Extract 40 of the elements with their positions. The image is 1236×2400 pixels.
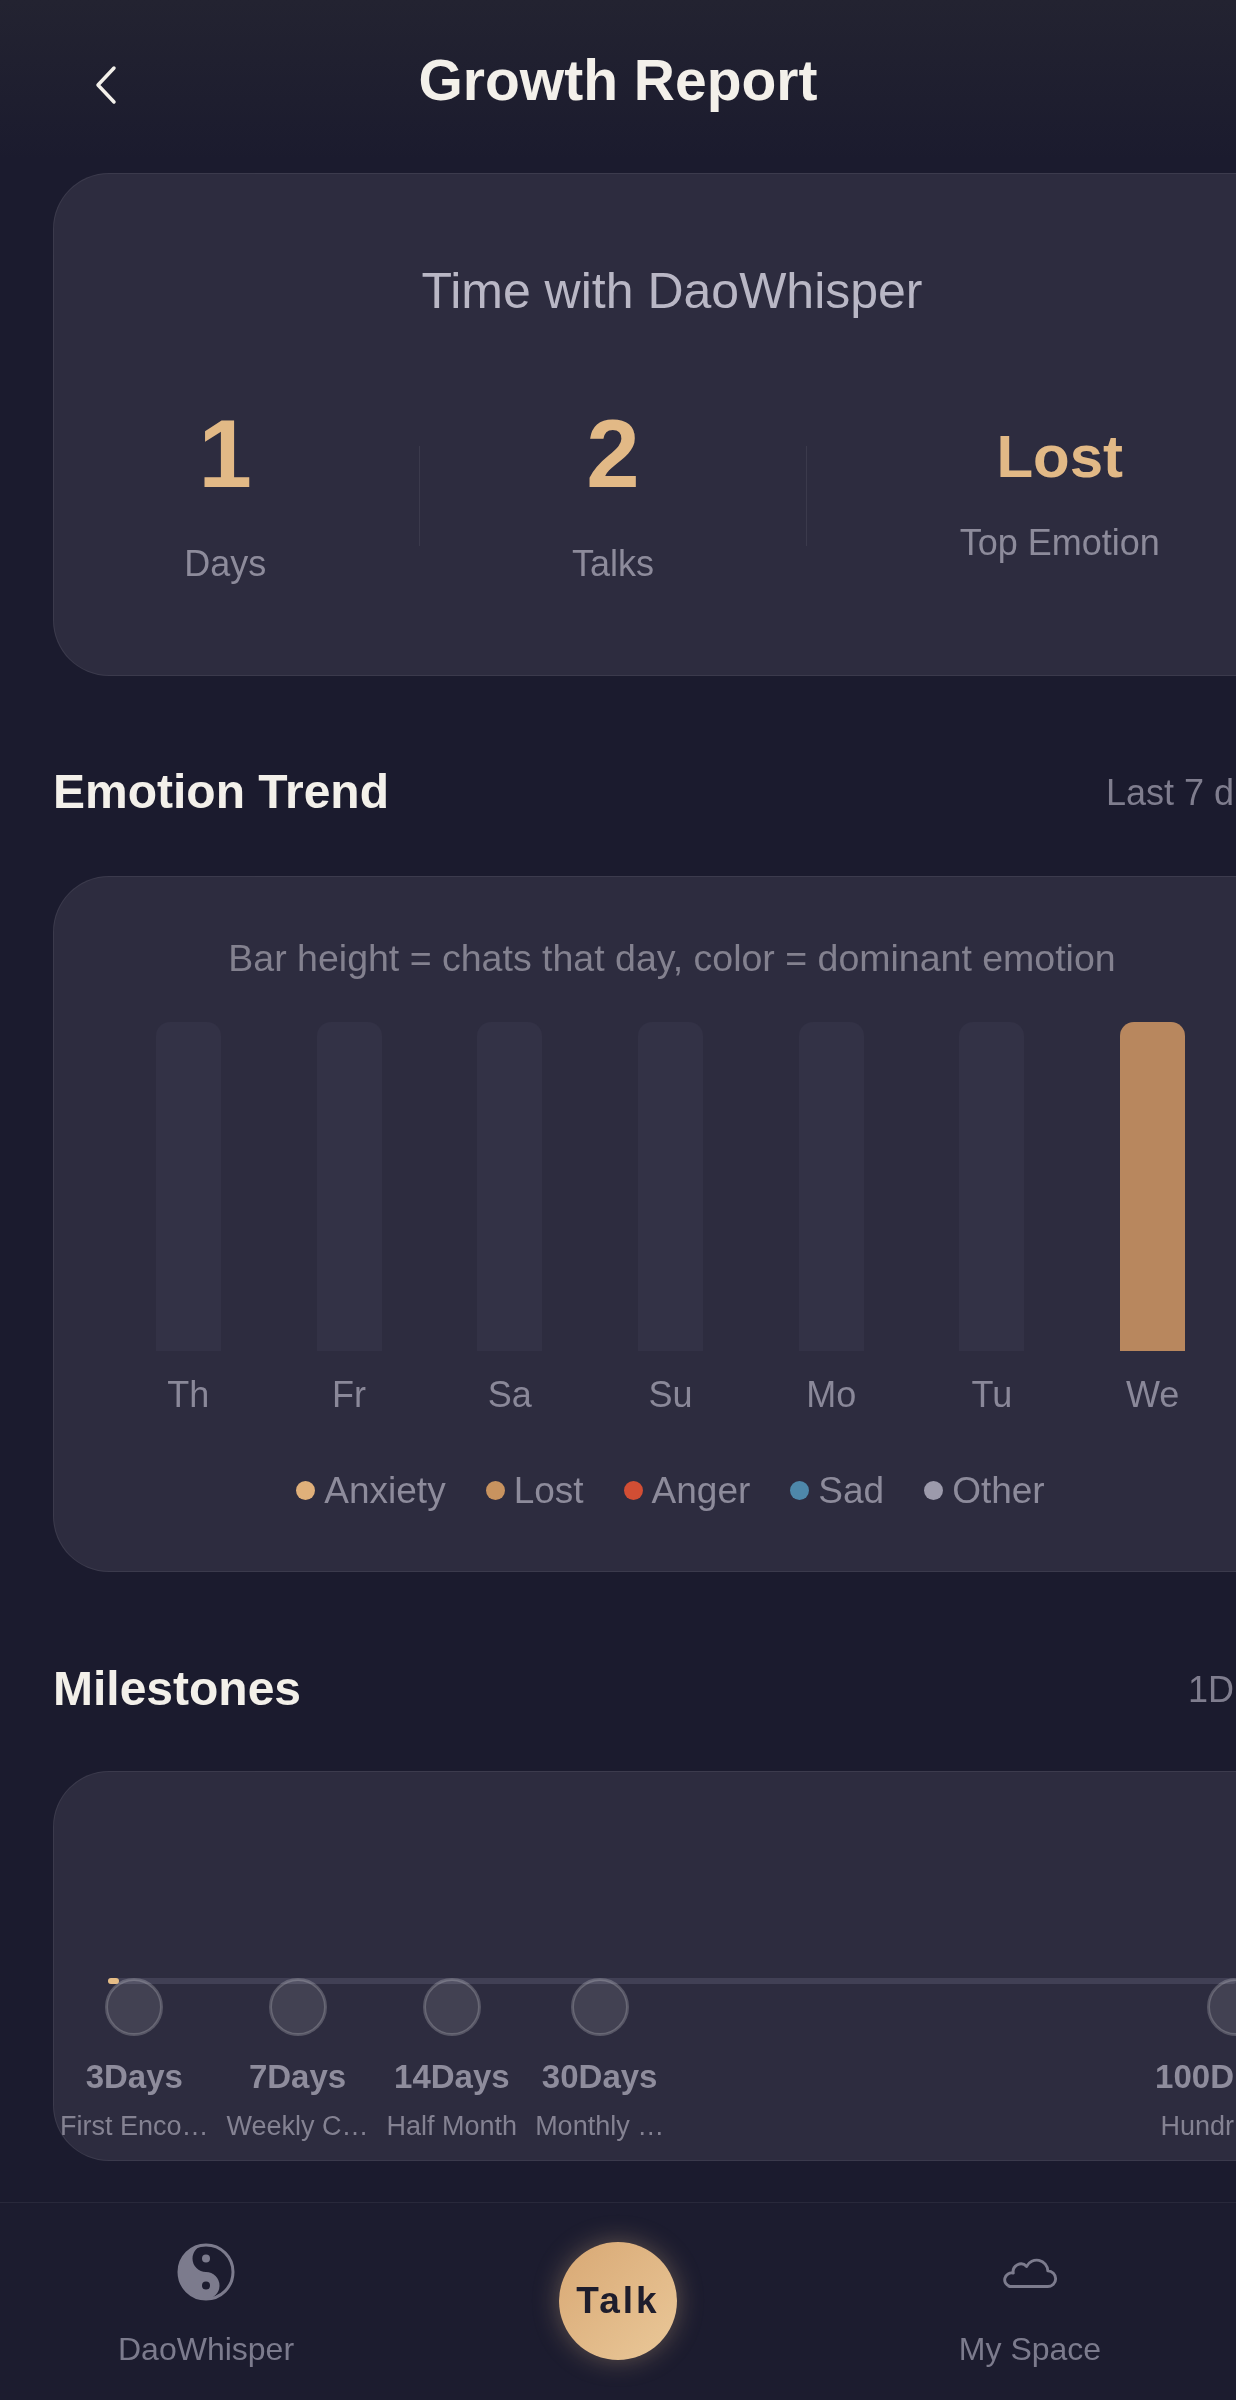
page-title: Growth Report	[418, 47, 818, 113]
milestone-title: 3Days	[85, 2057, 183, 2097]
milestone-title: 100D	[1155, 2057, 1234, 2097]
stat-value: 2	[586, 406, 640, 502]
card-title: Time with DaoWhisper	[420, 262, 924, 320]
day-label: Mo	[806, 1373, 857, 1416]
milestone-title: 7Days	[248, 2057, 347, 2097]
section-title: Milestones	[53, 1661, 302, 1717]
stat-value: 1	[198, 406, 252, 502]
day-label: Th	[167, 1373, 210, 1416]
milestone-subtitle: Hundr	[1160, 2110, 1234, 2143]
day-label: Fr	[332, 1373, 367, 1416]
section-meta: 1D	[1187, 1667, 1234, 1711]
stat-label: Top Emotion	[959, 521, 1160, 564]
milestone-subtitle: Half Month	[386, 2110, 518, 2143]
legend-label: Lost	[513, 1469, 584, 1512]
milestone-subtitle: First Enco…	[60, 2110, 209, 2143]
section-meta: Last 7 d	[1105, 770, 1234, 814]
stat-label: Days	[184, 542, 267, 585]
legend-label: Sad	[818, 1469, 885, 1512]
talk-button[interactable]: Talk	[559, 2242, 677, 2360]
legend-label: Other	[952, 1469, 1045, 1512]
stat-label: Talks	[571, 542, 654, 585]
chart-caption: Bar height = chats that day, color = dominant emotion	[227, 936, 1117, 981]
milestone-title: 14Days	[394, 2057, 510, 2097]
day-label: We	[1125, 1373, 1180, 1416]
milestone-subtitle: Monthly …	[535, 2110, 665, 2143]
milestone-subtitle: Weekly C…	[226, 2110, 369, 2143]
chevron-left-icon	[94, 65, 118, 105]
day-label: Tu	[971, 1373, 1013, 1416]
day-label: Su	[648, 1373, 693, 1416]
yin-yang-icon	[177, 2243, 235, 2301]
nav-tab[interactable]: DaoWhisper	[117, 2243, 295, 2368]
legend-label: Anger	[651, 1469, 751, 1512]
day-label: Sa	[487, 1373, 532, 1416]
nav-tab[interactable]: My Space	[958, 2243, 1102, 2368]
stat-value: Lost	[996, 427, 1124, 487]
milestone-title: 30Days	[541, 2057, 658, 2097]
section-title: Emotion Trend	[53, 764, 389, 820]
legend-label: Anxiety	[324, 1469, 446, 1512]
